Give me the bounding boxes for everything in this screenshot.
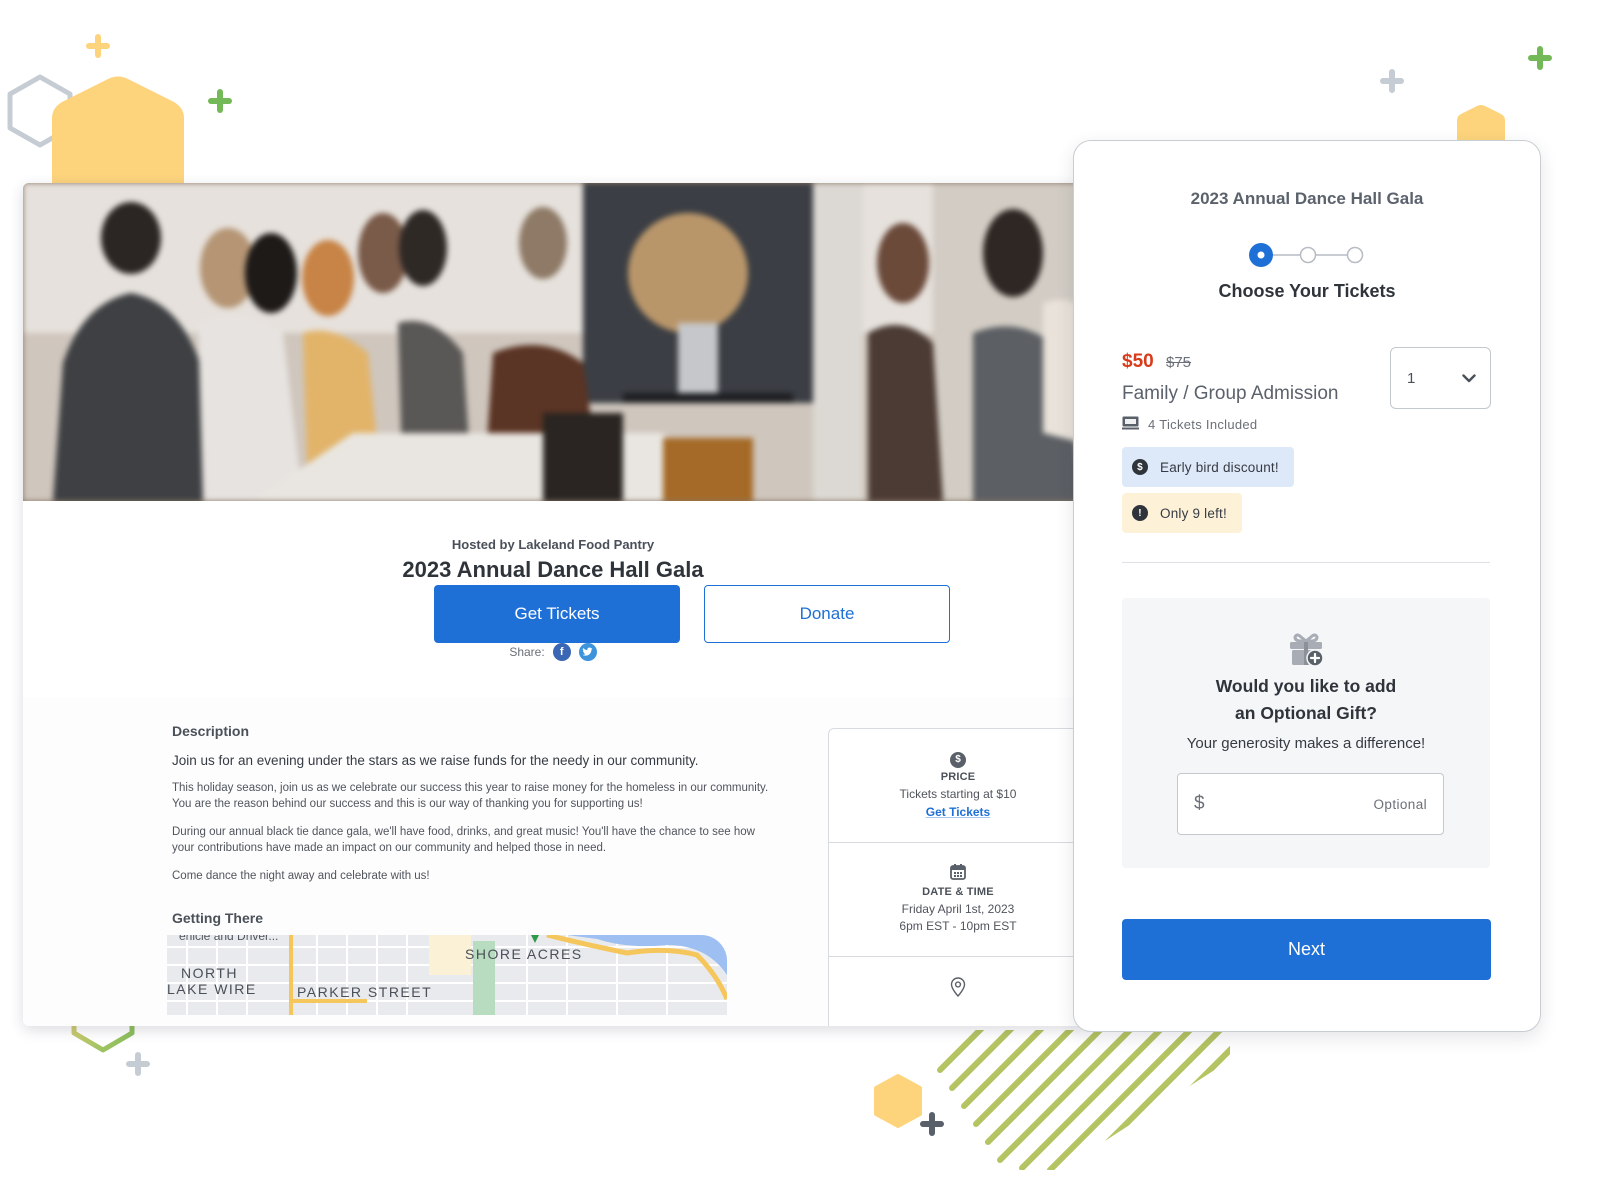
gift-add-icon [1289,631,1325,672]
description-paragraph: During our annual black tie dance gala, … [172,826,755,854]
hosted-by: Hosted by Lakeland Food Pantry [451,537,655,552]
location-section [829,957,1083,1026]
calendar-icon [829,863,1083,885]
quantity-select[interactable]: 1 [1390,347,1491,409]
modal-event-title: 2023 Annual Dance Hall Gala [1190,189,1424,208]
donate-button[interactable]: Donate [704,585,950,643]
map-label: SHORE ACRES [465,946,583,962]
price-section: $ PRICE Tickets starting at $10 Get Tick… [829,729,1083,843]
gift-amount-input[interactable]: $ Optional [1177,773,1444,835]
event-date: Friday April 1st, 2023 [901,902,1015,916]
yellow-hexagon [874,1074,922,1128]
share-row: Share: f [23,643,1083,661]
datetime-label: DATE & TIME [922,886,994,898]
plus-decoration-dark [920,1112,944,1136]
ticket-icon [1122,416,1139,433]
map-label: NORTH [181,965,239,981]
early-bird-badge: $ Early bird discount! [1122,447,1294,487]
event-time: 6pm EST - 10pm EST [899,919,1017,933]
gift-subtitle: Your generosity makes a difference! [1186,735,1426,752]
getting-there-heading: Getting There [172,910,264,926]
yellow-small-shape [1457,105,1505,145]
dollar-circle-icon: $ [950,751,966,768]
ticket-price: $50 [1122,351,1154,372]
location-map[interactable]: ehicle and Driver... NORTH LAKE WIRE PAR… [167,935,727,1015]
tickets-included-text: 4 Tickets Included [1148,417,1258,432]
event-info-panel: $ PRICE Tickets starting at $10 Get Tick… [828,728,1083,1026]
step-2 [1299,246,1317,264]
step-3 [1346,246,1364,264]
divider [1122,562,1490,563]
gift-question-line: an Optional Gift? [1235,703,1377,723]
plus-decoration-yellow [86,34,110,58]
description-lead: Join us for an evening under the stars a… [172,753,699,768]
share-label: Share: [509,645,545,659]
event-details: Description Join us for an evening under… [23,697,1083,1026]
description-section: Description Join us for an evening under… [172,723,772,884]
description-paragraph: Come dance the night away and celebrate … [172,870,430,882]
currency-symbol: $ [1194,793,1205,814]
location-pin-icon [829,977,1083,1002]
get-tickets-link[interactable]: Get Tickets [829,805,1083,819]
tickets-included: 4 Tickets Included [1122,416,1257,433]
price-text: Tickets starting at $10 [899,786,1017,801]
twitter-icon[interactable] [578,643,597,661]
description-paragraph: This holiday season, join us as we celeb… [172,782,769,810]
ticket-type-name: Family / Group Admission [1122,383,1339,404]
plus-decoration-gray [1380,69,1404,93]
chevron-down-icon [1462,370,1476,387]
price-label: PRICE [940,770,976,783]
description-heading: Description [172,723,250,739]
dollar-circle-icon: $ [1132,459,1148,475]
gift-amount-placeholder: Optional [1373,796,1427,812]
limited-stock-badge: ! Only 9 left! [1122,493,1242,533]
map-label: LAKE WIRE [167,981,257,997]
next-button[interactable]: Next [1122,919,1491,980]
gift-question-line: Would you like to add [1215,676,1397,696]
quantity-value: 1 [1407,369,1416,387]
plus-decoration-green [208,89,232,113]
optional-gift-section: Would you like to add an Optional Gift? … [1122,598,1490,868]
map-label: ehicle and Driver... [179,935,279,943]
hero-image [23,183,1083,501]
badge-text: Early bird discount! [1160,459,1279,475]
get-tickets-button[interactable]: Get Tickets [434,585,680,643]
event-page: Hosted by Lakeland Food Pantry 2023 Annu… [23,183,1083,1026]
map-label: PARKER STREET [297,984,433,1000]
step-title: Choose Your Tickets [1218,281,1396,301]
datetime-section: DATE & TIME Friday April 1st, 2023 6pm E… [829,843,1083,957]
alert-circle-icon: ! [1132,505,1148,521]
progress-stepper [1249,243,1364,267]
facebook-icon[interactable]: f [552,643,571,661]
gift-question: Would you like to add an Optional Gift? [1122,673,1490,727]
event-title: 2023 Annual Dance Hall Gala [402,557,704,582]
ticket-checkout-modal: 2023 Annual Dance Hall Gala Choose Your … [1073,140,1541,1032]
plus-decoration-green-right [1528,46,1552,70]
ticket-original-price: $75 [1166,354,1192,371]
plus-decoration-gray-bottom [126,1052,150,1076]
badge-text: Only 9 left! [1160,505,1227,521]
